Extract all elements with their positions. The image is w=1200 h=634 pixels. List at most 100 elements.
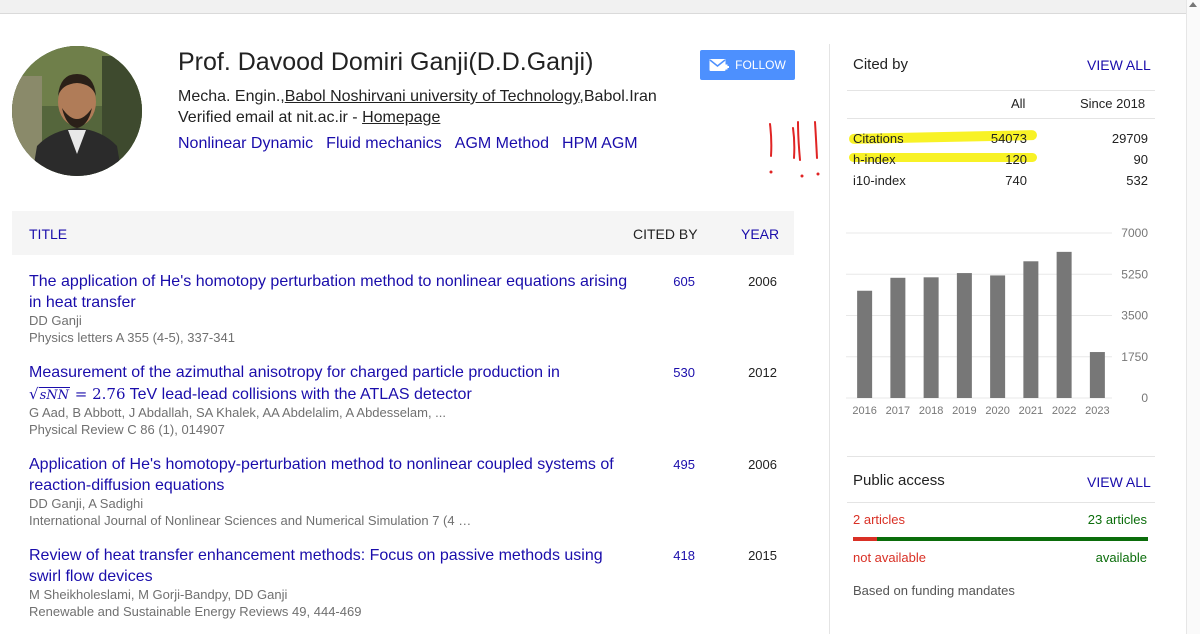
article-authors: DD Ganji bbox=[29, 313, 82, 328]
stat-all: 740 bbox=[1005, 173, 1027, 188]
x-tick-label: 2018 bbox=[919, 405, 943, 417]
stat-row-i10-index: i10-index 740 532 bbox=[847, 170, 1148, 190]
affiliation-suffix: ,Babol.Iran bbox=[579, 88, 657, 105]
browser-top-bar bbox=[0, 0, 1186, 14]
cited-count-link[interactable]: 530 bbox=[673, 365, 695, 380]
stat-since: 29709 bbox=[1111, 131, 1148, 146]
article-year: 2012 bbox=[748, 365, 777, 380]
interest-link[interactable]: Fluid mechanics bbox=[326, 135, 442, 152]
article-title-link[interactable]: Measurement of the azimuthal anisotropy … bbox=[29, 363, 629, 406]
y-tick-label: 7000 bbox=[1121, 226, 1148, 240]
not-available-fill bbox=[853, 537, 877, 541]
chart-bar[interactable] bbox=[1023, 261, 1039, 398]
col-all-header: All bbox=[1011, 96, 1026, 111]
article-authors: M Sheikholeslami, M Gorji-Bandpy, DD Gan… bbox=[29, 587, 288, 602]
title-part: Measurement of the azimuthal anisotropy … bbox=[29, 364, 560, 381]
follow-label: FOLLOW bbox=[735, 58, 786, 72]
sort-by-title[interactable]: TITLE bbox=[29, 226, 67, 242]
x-tick-label: 2021 bbox=[1019, 405, 1043, 417]
article-title-link[interactable]: Application of He's homotopy-perturbatio… bbox=[29, 455, 629, 496]
profile-photo bbox=[12, 46, 142, 176]
x-tick-label: 2022 bbox=[1052, 405, 1076, 417]
title-part: TeV lead-lead collisions with the ATLAS … bbox=[125, 385, 472, 403]
available-count-link[interactable]: 23 articles bbox=[1088, 512, 1147, 527]
divider bbox=[847, 118, 1155, 119]
verified-email: Verified email at nit.ac.ir - Homepage bbox=[178, 109, 440, 127]
stat-label: Citations bbox=[853, 131, 904, 146]
stat-row-h-index: h-index 120 90 bbox=[847, 149, 1148, 169]
stat-all: 120 bbox=[1005, 152, 1027, 167]
article-year: 2006 bbox=[748, 274, 777, 289]
articles-table-header: TITLE CITED BY YEAR bbox=[12, 211, 794, 255]
sort-by-year[interactable]: YEAR bbox=[741, 226, 779, 242]
public-access-view-all[interactable]: VIEW ALL bbox=[1087, 474, 1151, 490]
research-interests: Nonlinear Dynamic Fluid mechanics AGM Meth… bbox=[178, 135, 651, 153]
chart-bar[interactable] bbox=[923, 277, 939, 398]
article-authors: DD Ganji, A Sadighi bbox=[29, 496, 144, 511]
divider bbox=[847, 502, 1155, 503]
scroll-up-arrow-icon[interactable] bbox=[1189, 2, 1197, 7]
chart-bar[interactable] bbox=[890, 277, 906, 398]
article-venue: Physics letters A 355 (4-5), 337-341 bbox=[29, 330, 235, 345]
y-tick-label: 5250 bbox=[1121, 267, 1148, 281]
cited-count-link[interactable]: 605 bbox=[673, 274, 695, 289]
cited-count-link[interactable]: 495 bbox=[673, 457, 695, 472]
col-since-header: Since 2018 bbox=[1080, 96, 1146, 111]
divider bbox=[847, 456, 1155, 457]
affiliation-link[interactable]: Babol Noshirvani university of Technolog… bbox=[285, 88, 580, 105]
y-tick-label: 0 bbox=[1141, 391, 1148, 405]
y-tick-label: 3500 bbox=[1121, 309, 1148, 323]
public-access-bar bbox=[853, 537, 1148, 541]
x-tick-label: 2016 bbox=[852, 405, 876, 417]
email-text: Verified email at nit.ac.ir - bbox=[178, 109, 363, 126]
article-year: 2006 bbox=[748, 457, 777, 472]
homepage-link[interactable]: Homepage bbox=[362, 109, 440, 126]
math-formula: √sNN = 2.76 bbox=[29, 384, 126, 403]
citations-bar-chart: 7000 5250 3500 1750 0 2016 2017 2018 2019 2020 202… bbox=[846, 226, 1148, 417]
stat-label: i10-index bbox=[853, 173, 906, 188]
stat-since: 90 bbox=[1133, 152, 1148, 167]
page-scrollbar[interactable] bbox=[1186, 0, 1200, 634]
chart-bar[interactable] bbox=[990, 275, 1006, 398]
interest-link[interactable]: AGM Method bbox=[455, 135, 549, 152]
public-access-title: Public access bbox=[853, 472, 945, 489]
stat-row-citations: Citations 54073 29709 bbox=[847, 128, 1148, 148]
cited-count-link[interactable]: 418 bbox=[673, 548, 695, 563]
article-authors: G Aad, B Abbott, J Abdallah, SA Khalek, … bbox=[29, 405, 446, 420]
not-available-count-link[interactable]: 2 articles bbox=[853, 512, 905, 527]
article-title-link[interactable]: Review of heat transfer enhancement meth… bbox=[29, 546, 629, 587]
available-label: available bbox=[1095, 550, 1147, 565]
article-venue: Renewable and Sustainable Energy Reviews… bbox=[29, 604, 362, 619]
profile-affiliation: Mecha. Engin.,Babol Noshirvani universit… bbox=[178, 88, 657, 106]
x-tick-label: 2020 bbox=[985, 405, 1009, 417]
interest-link[interactable]: HPM AGM bbox=[562, 135, 638, 152]
math-radicand: sNN bbox=[38, 386, 70, 403]
not-available-label: not available bbox=[853, 550, 926, 565]
profile-name: Prof. Davood Domiri Ganji(D.D.Ganji) bbox=[178, 48, 594, 76]
article-title-link[interactable]: The application of He's homotopy perturb… bbox=[29, 272, 629, 313]
cited-by-view-all[interactable]: VIEW ALL bbox=[1087, 57, 1151, 73]
chart-bar[interactable] bbox=[857, 290, 873, 398]
profile-avatar bbox=[12, 46, 142, 176]
sort-by-cited[interactable]: CITED BY bbox=[633, 226, 698, 242]
stat-label: h-index bbox=[853, 152, 896, 167]
chart-bar[interactable] bbox=[956, 273, 972, 398]
article-venue: Physical Review C 86 (1), 014907 bbox=[29, 422, 225, 437]
chart-bar[interactable] bbox=[1089, 352, 1105, 398]
divider bbox=[847, 90, 1155, 91]
stat-all: 54073 bbox=[990, 131, 1027, 146]
stat-since: 532 bbox=[1126, 173, 1148, 188]
interest-link[interactable]: Nonlinear Dynamic bbox=[178, 135, 313, 152]
follow-button[interactable]: FOLLOW bbox=[700, 50, 795, 80]
chart-bar[interactable] bbox=[1056, 251, 1072, 398]
math-rest: = 2.76 bbox=[69, 384, 126, 403]
article-year: 2015 bbox=[748, 548, 777, 563]
article-venue: International Journal of Nonlinear Scien… bbox=[29, 513, 472, 528]
x-tick-label: 2019 bbox=[952, 405, 976, 417]
sidebar: Cited by VIEW ALL All Since 2018 Citatio… bbox=[829, 44, 1165, 634]
affiliation-prefix: Mecha. Engin., bbox=[178, 88, 285, 105]
red-exclamation-scribble bbox=[769, 121, 820, 178]
y-tick-label: 1750 bbox=[1121, 350, 1148, 364]
x-tick-label: 2023 bbox=[1085, 405, 1109, 417]
funding-mandates-note: Based on funding mandates bbox=[853, 583, 1015, 598]
